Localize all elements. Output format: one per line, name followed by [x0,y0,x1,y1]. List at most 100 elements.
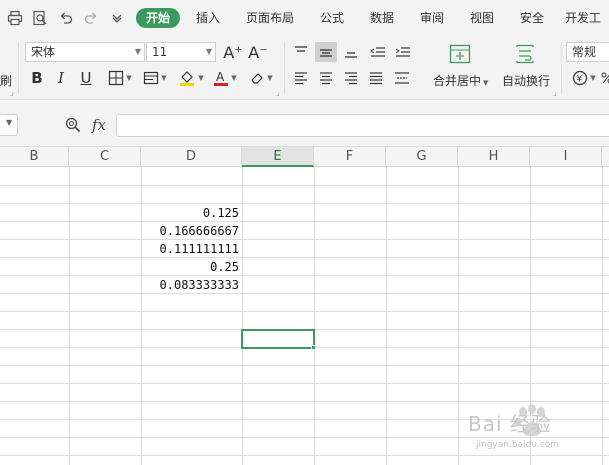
grid-row-line [0,203,609,204]
bold-button[interactable]: B [27,68,47,88]
tab-formulas[interactable]: 公式 [312,8,352,28]
column-header-g[interactable]: G [386,147,458,167]
grid-row-line [0,383,609,384]
menu-bar: 开始 插入 页面布局 公式 数据 审阅 视图 安全 开发工 [0,0,609,36]
align-left-button[interactable] [291,68,311,88]
align-middle-icon [320,49,332,57]
column-header-i[interactable]: I [530,147,602,167]
align-middle-button[interactable] [315,42,337,62]
tab-view[interactable]: 视图 [462,8,502,28]
grid-row-line [0,293,609,294]
tab-security[interactable]: 安全 [512,8,552,28]
tab-home[interactable]: 开始 [136,8,180,28]
chevron-down-icon: ▼ [134,47,141,56]
currency-format-button[interactable]: ¥ ▼ [570,68,598,88]
name-box[interactable]: ▼ [0,114,18,136]
cell-d6[interactable]: 0.25 [141,258,242,276]
merge-center-button[interactable] [447,42,473,66]
fill-handle[interactable] [311,345,316,350]
font-group-launcher-icon[interactable]: ⌟ [276,88,280,97]
wrap-text-button[interactable] [512,42,538,66]
align-top-button[interactable] [291,42,311,62]
merge-cells-icon [449,44,471,64]
cell-d7[interactable]: 0.083333333 [141,276,242,294]
grid-row-line [0,239,609,240]
tab-developer[interactable]: 开发工 [565,8,609,28]
column-header-f[interactable]: F [314,147,386,167]
cell-d4[interactable]: 0.166666667 [141,222,242,240]
svg-text:¥: ¥ [577,75,583,85]
tab-insert[interactable]: 插入 [188,8,228,28]
align-right-button[interactable] [341,68,361,88]
baidu-jingyan-watermark: Bai 经验 jingyan.baidu.com [468,400,608,462]
percent-format-button[interactable] [600,68,609,88]
ribbon-divider [561,42,562,94]
chevron-down-icon: ▼ [205,47,212,56]
decrease-indent-button[interactable] [368,42,388,62]
clear-format-button[interactable]: ▼ [246,68,276,88]
tab-page-layout[interactable]: 页面布局 [240,8,300,28]
tab-data[interactable]: 数据 [362,8,402,28]
print-preview-icon[interactable] [31,9,49,27]
grid-row-line [0,275,609,276]
number-format-select[interactable]: 常规 [566,42,609,62]
tab-review[interactable]: 审阅 [412,8,452,28]
number-format-value: 常规 [572,45,597,59]
column-header-d[interactable]: D [141,147,242,167]
grid-row-line [0,257,609,258]
eraser-icon [251,73,264,84]
font-color-icon: A [214,70,229,86]
redo-icon[interactable] [82,9,100,27]
svg-text:A: A [216,70,225,84]
formula-input[interactable] [116,114,609,137]
column-headers: B C D E F G H I [0,147,609,167]
cell-style-button[interactable]: ▼ [139,68,171,88]
font-name-select[interactable]: 宋体 ▼ [25,42,145,62]
increase-indent-button[interactable] [393,42,413,62]
undo-icon[interactable] [57,9,75,27]
grid-column-line [69,167,70,465]
underline-button[interactable]: U [76,68,96,88]
format-painter-label[interactable]: 刷 [0,72,12,89]
column-header-c[interactable]: C [69,147,141,167]
alignment-group-launcher-icon[interactable]: ⌟ [553,88,557,97]
column-header-e[interactable]: E [242,147,314,167]
align-bottom-icon [345,52,357,58]
fill-color-button[interactable]: ▼ [175,68,207,88]
borders-icon [109,70,124,86]
font-name-value: 宋体 [31,45,56,59]
borders-button[interactable]: ▼ [104,68,136,88]
italic-button[interactable]: I [51,68,71,88]
font-color-button[interactable]: A ▼ [210,68,240,88]
cell-d3[interactable]: 0.125 [141,204,242,222]
justify-icon [370,72,382,85]
insert-function-button[interactable]: fx [88,115,110,135]
print-icon[interactable] [6,9,24,27]
grid-column-line [386,167,387,465]
align-left-icon [295,72,307,85]
outdent-icon [370,47,385,57]
active-cell-e10[interactable] [241,329,315,349]
ribbon-divider [18,42,19,94]
ribbon-divider [284,42,285,94]
decrease-font-button[interactable]: A⁻ [247,41,269,63]
clipboard-group-launcher-icon[interactable]: ⌟ [10,88,14,97]
font-size-value: 11 [152,45,168,59]
justify-button[interactable] [366,68,386,88]
cell-d5[interactable]: 0.111111111 [141,240,242,258]
align-center-button[interactable] [316,68,336,88]
customize-dropdown-icon[interactable] [108,9,126,27]
increase-font-button[interactable]: A⁺ [222,41,244,63]
indent-icon [395,47,410,57]
column-header-h[interactable]: H [458,147,530,167]
font-size-select[interactable]: 11 ▼ [146,42,216,62]
column-header-b[interactable]: B [0,147,69,167]
align-bottom-button[interactable] [341,42,361,62]
wrap-text-label[interactable]: 自动换行 [502,72,550,89]
chevron-down-icon: ▼ [6,118,13,127]
grid-column-line [314,167,315,465]
zoom-formula-button[interactable] [62,115,84,135]
distributed-align-button[interactable] [391,68,413,88]
formula-bar: ▼ fx [0,101,609,147]
merge-center-label[interactable]: 合并居中 ▼ [433,72,488,89]
